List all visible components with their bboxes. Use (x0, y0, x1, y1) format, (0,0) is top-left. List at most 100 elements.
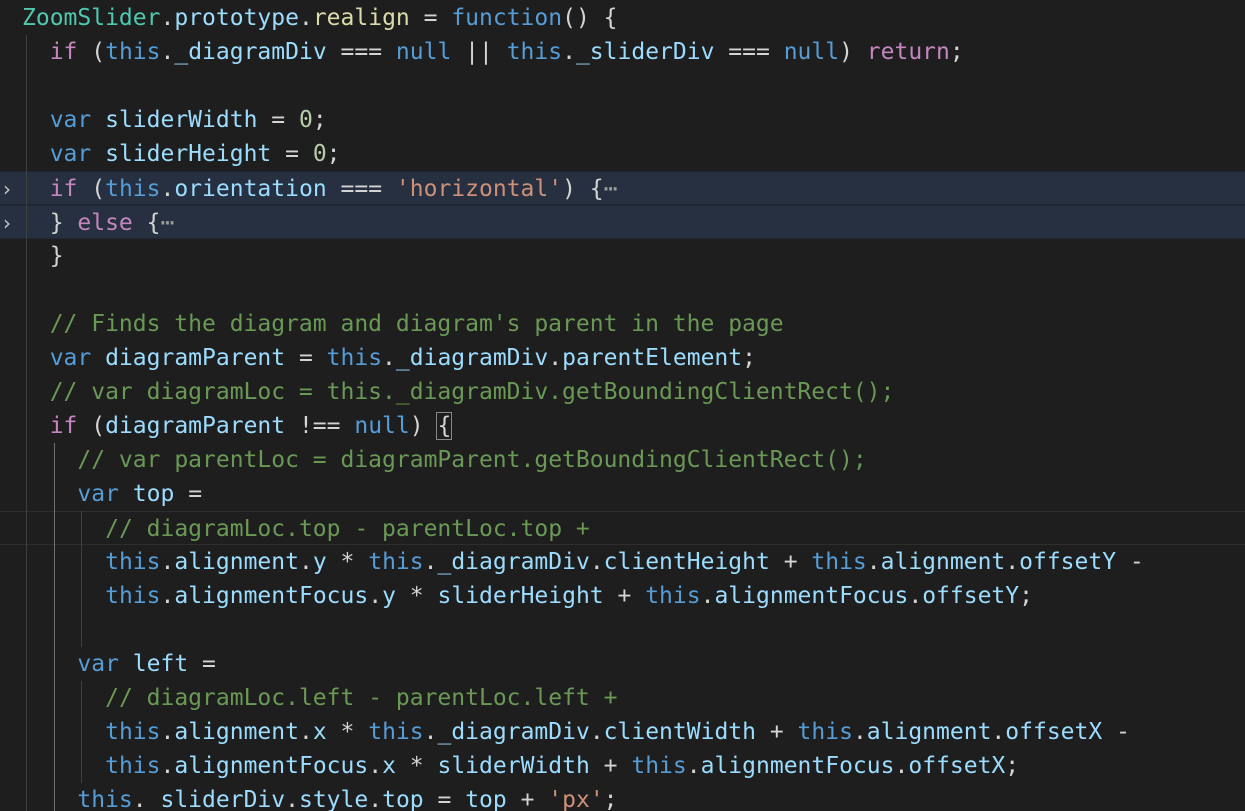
code-text: ZoomSlider.prototype.realign = function(… (22, 1, 617, 35)
code-line[interactable] (0, 273, 1245, 307)
code-line[interactable] (0, 69, 1245, 103)
code-token: . (423, 719, 438, 745)
code-line[interactable]: // diagramLoc.top - parentLoc.top + (0, 511, 1245, 545)
code-token: . (160, 753, 175, 779)
code-token: * (395, 753, 438, 779)
code-line[interactable]: // Finds the diagram and diagram's paren… (0, 307, 1245, 341)
code-token: . (368, 583, 383, 609)
code-line[interactable]: if (diagramParent !== null) { (0, 409, 1245, 443)
code-token: ; (326, 141, 341, 167)
code-line[interactable]: var sliderWidth = 0; (0, 103, 1245, 137)
code-text: this._sliderDiv.style.top = top + 'px'; (77, 783, 617, 811)
code-token: . (160, 719, 175, 745)
code-line[interactable]: var sliderHeight = 0; (0, 137, 1245, 171)
code-line[interactable]: ZoomSlider.prototype.realign = function(… (0, 1, 1245, 35)
code-token: . (160, 583, 175, 609)
code-token: left (132, 651, 189, 677)
code-token: === (714, 39, 784, 65)
indent-guide (26, 35, 27, 811)
code-text: var sliderWidth = 0; (50, 103, 327, 137)
code-token: - (1116, 549, 1144, 575)
chevron-right-icon[interactable]: › (0, 172, 14, 206)
code-token: === (326, 39, 396, 65)
indent-guide (81, 511, 83, 647)
code-text: if (diagramParent !== null) { (49, 409, 453, 443)
folded-code-line[interactable]: ›} else {⋯ (0, 205, 1245, 239)
code-line[interactable]: this.alignmentFocus.x * sliderWidth + th… (0, 749, 1245, 783)
code-token: this (326, 345, 383, 371)
code-token: . (894, 753, 909, 779)
code-token: . (298, 549, 313, 575)
code-token: var (49, 141, 92, 167)
code-token: this (797, 719, 853, 745)
code-token: || (451, 39, 507, 65)
code-token: this (105, 176, 161, 202)
code-token: this (105, 549, 161, 575)
code-token: this (645, 583, 701, 609)
code-text: // diagramLoc.top - parentLoc.top + (105, 512, 590, 546)
code-token: = (285, 345, 327, 371)
code-token: _diagramDiv (437, 719, 590, 745)
code-token: . (298, 719, 313, 745)
code-token: // diagramLoc.left - parentLoc.left + (105, 685, 618, 711)
code-token: . (160, 5, 175, 31)
code-token: var (49, 345, 92, 371)
code-line[interactable]: // var parentLoc = diagramParent.getBoun… (0, 443, 1245, 477)
code-line[interactable]: this.alignment.x * this._diagramDiv.clie… (0, 715, 1245, 749)
code-token: = (174, 481, 203, 507)
code-text: // diagramLoc.left - parentLoc.left + (105, 681, 617, 715)
code-editor[interactable]: ZoomSlider.prototype.realign = function(… (0, 0, 1245, 811)
code-line[interactable]: this.alignmentFocus.y * sliderHeight + t… (0, 579, 1245, 613)
fold-ellipsis[interactable]: ⋯ (160, 210, 174, 236)
code-line[interactable]: if (this._diagramDiv === null || this._s… (0, 35, 1245, 69)
code-token: sliderHeight (437, 583, 604, 609)
code-line[interactable]: this.alignment.y * this._diagramDiv.clie… (0, 545, 1245, 579)
code-token: . (852, 719, 867, 745)
code-token: ) (409, 413, 438, 439)
code-token: sliderWidth (105, 107, 258, 133)
code-line[interactable] (0, 613, 1245, 647)
code-token: ZoomSlider (22, 5, 161, 31)
code-token: sliderWidth (437, 753, 590, 779)
code-token: var (77, 651, 119, 677)
code-token: . (160, 39, 175, 65)
code-line[interactable]: // var diagramLoc = this._diagramDiv.get… (0, 375, 1245, 409)
code-line[interactable]: var top = (0, 477, 1245, 511)
fold-ellipsis[interactable]: ⋯ (604, 176, 618, 202)
code-token: ( (77, 176, 106, 202)
code-token: clientWidth (603, 719, 756, 745)
code-token: = (188, 651, 216, 677)
code-token: 0 (298, 107, 313, 133)
code-token: * (326, 549, 369, 575)
code-text: // var diagramLoc = this._diagramDiv.get… (50, 375, 895, 409)
code-token: _sliderDiv (575, 39, 715, 65)
code-text: } (50, 239, 64, 273)
code-token: = (423, 787, 466, 811)
code-token: alignmentFocus (700, 753, 895, 779)
code-token: return (866, 39, 950, 65)
code-line[interactable]: var diagramParent = this._diagramDiv.par… (0, 341, 1245, 375)
code-token: { (132, 210, 161, 236)
code-token: // Finds the diagram and diagram's paren… (49, 311, 784, 337)
code-line[interactable]: var left = (0, 647, 1245, 681)
code-token: . (423, 549, 438, 575)
code-token: this (105, 753, 161, 779)
code-line[interactable]: } (0, 239, 1245, 273)
code-token: if (49, 413, 78, 439)
code-line[interactable]: this._sliderDiv.style.top = top + 'px'; (0, 783, 1245, 811)
code-token: ; (949, 39, 964, 65)
code-token: = (257, 107, 299, 133)
folded-code-line[interactable]: › if (this.orientation === 'horizontal') … (0, 171, 1245, 205)
code-line[interactable]: // diagramLoc.left - parentLoc.left + (0, 681, 1245, 715)
code-token: // var diagramLoc = this._diagramDiv.get… (49, 379, 895, 405)
code-token: alignment (174, 549, 299, 575)
code-token: prototype (174, 5, 299, 31)
indent-guide (81, 681, 83, 783)
code-token: function (451, 5, 563, 31)
code-text: this.alignmentFocus.x * sliderWidth + th… (105, 749, 1019, 783)
code-token: . (298, 5, 313, 31)
chevron-right-icon[interactable]: › (0, 206, 14, 240)
code-token: * (395, 583, 438, 609)
code-token: clientHeight (603, 549, 770, 575)
